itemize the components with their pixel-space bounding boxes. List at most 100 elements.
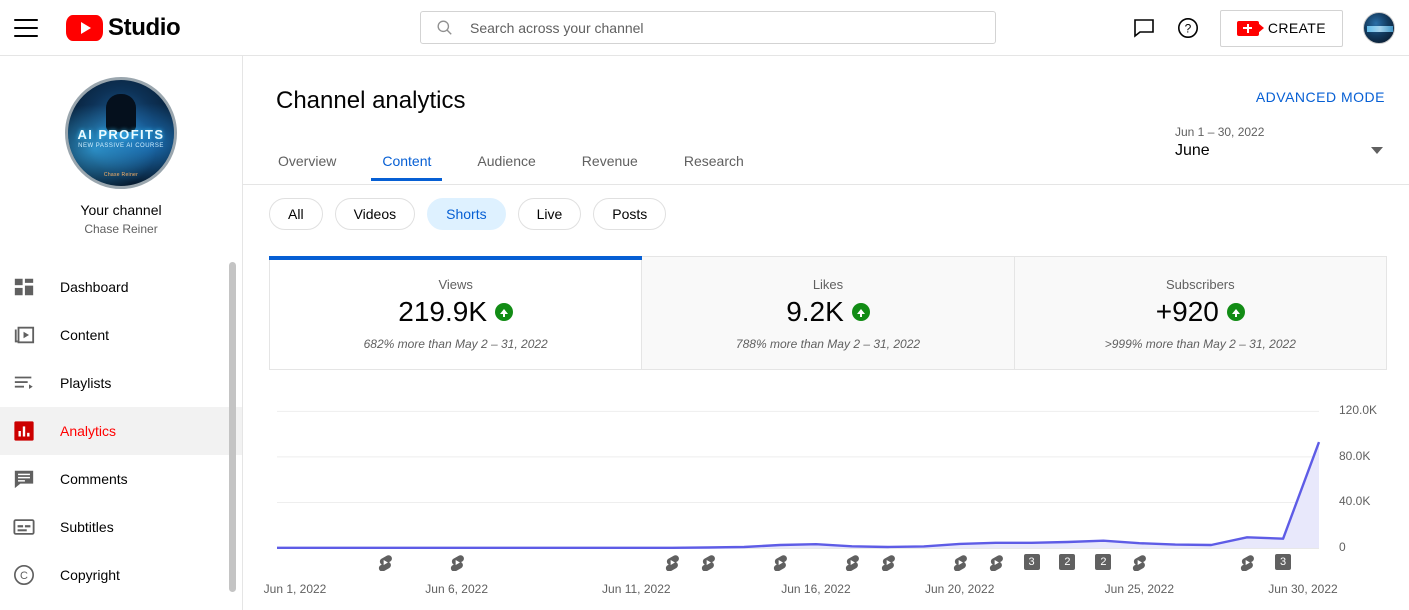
trend-up-icon	[495, 303, 514, 321]
views-chart: 0 40.0K 80.0K 120.0K 3 2 2 3 Jun 1, 2022 Jun 6,…	[264, 388, 1387, 610]
shorts-marker-icon[interactable]	[1131, 554, 1147, 576]
shorts-marker-icon[interactable]	[988, 554, 1004, 576]
upload-count-label: 3	[1023, 554, 1040, 570]
chart-plot[interactable]	[269, 388, 1329, 573]
analytics-icon	[12, 419, 36, 443]
page-title: Channel analytics	[276, 87, 466, 114]
y-axis-tick-label: 0	[1339, 540, 1346, 554]
sidebar-item-label: Subtitles	[60, 519, 114, 535]
sidebar: AI PROFITS NEW PASSIVE AI COURSE Chase R…	[0, 56, 243, 610]
x-axis-tick-label: Jun 20, 2022	[924, 582, 995, 596]
brand-name: Studio	[108, 13, 181, 41]
upload-count-badge[interactable]: 3	[1275, 554, 1292, 570]
sidebar-item-label: Playlists	[60, 375, 112, 391]
sidebar-item-comments[interactable]: Comments	[0, 455, 242, 503]
svg-text:C: C	[20, 570, 28, 582]
shorts-marker-icon[interactable]	[1239, 554, 1255, 576]
metric-card-subscribers[interactable]: Subscribers +920 >999% more than May 2 –…	[1014, 257, 1386, 369]
metric-delta: 682% more than May 2 – 31, 2022	[363, 337, 548, 351]
x-axis-tick-label: Jun 25, 2022	[1104, 582, 1175, 596]
metric-delta: >999% more than May 2 – 31, 2022	[1104, 337, 1296, 351]
channel-avatar-badge: Chase Reiner	[103, 172, 139, 178]
metric-card-views[interactable]: Views 219.9K 682% more than May 2 – 31, …	[268, 256, 643, 369]
content-icon	[12, 323, 36, 347]
playlists-icon	[12, 371, 36, 395]
tab-content[interactable]: Content	[371, 153, 443, 181]
shorts-marker-icon[interactable]	[700, 554, 716, 576]
search-icon	[435, 18, 454, 37]
create-button-label: CREATE	[1267, 20, 1326, 36]
shorts-marker-icon[interactable]	[772, 554, 788, 576]
metric-cards: Views 219.9K 682% more than May 2 – 31, …	[268, 256, 1387, 370]
date-range-selector[interactable]: Jun 1 – 30, 2022 June	[1175, 125, 1385, 160]
account-avatar[interactable]	[1363, 12, 1395, 44]
tab-audience[interactable]: Audience	[475, 153, 537, 181]
studio-brand-logo[interactable]: Studio	[66, 13, 181, 42]
upload-count-label: 2	[1059, 554, 1076, 570]
main-content: Channel analytics ADVANCED MODE Overview…	[243, 56, 1409, 610]
channel-name: Chase Reiner	[84, 222, 158, 236]
sidebar-item-label: Content	[60, 327, 110, 343]
date-range-label: June	[1175, 142, 1210, 159]
search-box[interactable]	[420, 11, 996, 44]
x-axis-tick-label: Jun 30, 2022	[1268, 582, 1338, 596]
shorts-marker-icon[interactable]	[377, 554, 393, 576]
channel-avatar-title: AI PROFITS	[77, 127, 165, 142]
chip-shorts[interactable]: Shorts	[427, 198, 506, 230]
upload-count-badge[interactable]: 3	[1023, 554, 1040, 570]
sidebar-item-copyright[interactable]: C Copyright	[0, 551, 242, 599]
sidebar-item-label: Comments	[60, 471, 128, 487]
chip-all[interactable]: All	[269, 198, 323, 230]
sidebar-item-analytics[interactable]: Analytics	[0, 407, 242, 455]
channel-avatar-subtitle: NEW PASSIVE AI COURSE	[78, 143, 164, 149]
metric-value: 9.2K	[786, 296, 844, 327]
create-button[interactable]: CREATE	[1219, 9, 1343, 47]
feedback-icon[interactable]	[1132, 16, 1156, 40]
channel-avatar[interactable]: AI PROFITS NEW PASSIVE AI COURSE Chase R…	[65, 77, 177, 189]
chip-posts[interactable]: Posts	[593, 198, 667, 230]
metric-card-likes[interactable]: Likes 9.2K 788% more than May 2 – 31, 20…	[642, 257, 1015, 369]
sidebar-scrollbar[interactable]	[229, 262, 236, 592]
chart-upload-markers: 3 2 2 3	[269, 554, 1329, 576]
sidebar-item-content[interactable]: Content	[0, 311, 242, 359]
sidebar-item-dashboard[interactable]: Dashboard	[0, 263, 242, 311]
upload-count-badge[interactable]: 2	[1095, 554, 1112, 570]
advanced-mode-link[interactable]: ADVANCED MODE	[1256, 89, 1385, 105]
youtube-logo-icon	[66, 14, 103, 41]
y-axis-tick-label: 80.0K	[1339, 448, 1371, 463]
help-icon[interactable]: ?	[1176, 16, 1200, 40]
shorts-marker-icon[interactable]	[880, 554, 896, 576]
upload-count-label: 3	[1275, 554, 1292, 570]
chip-videos[interactable]: Videos	[334, 198, 416, 230]
create-video-icon	[1236, 20, 1264, 36]
chip-live[interactable]: Live	[517, 198, 582, 230]
shorts-marker-icon[interactable]	[844, 554, 860, 576]
hamburger-icon[interactable]	[14, 18, 38, 37]
sidebar-item-label: Dashboard	[60, 279, 129, 295]
tab-research[interactable]: Research	[682, 153, 746, 181]
sidebar-item-subtitles[interactable]: Subtitles	[0, 503, 242, 551]
content-type-filters: All Videos Shorts Live Posts	[269, 198, 1409, 230]
shorts-marker-icon[interactable]	[449, 554, 465, 576]
sidebar-item-label: Copyright	[60, 567, 120, 583]
upload-count-badge[interactable]: 2	[1059, 554, 1076, 570]
tab-revenue[interactable]: Revenue	[580, 153, 640, 181]
x-axis-tick-label: Jun 11, 2022	[602, 582, 671, 596]
metric-label: Subscribers	[1166, 277, 1235, 292]
metric-value: +920	[1155, 296, 1219, 327]
trend-up-icon	[851, 303, 870, 321]
trend-up-icon	[1226, 303, 1245, 321]
svg-text:?: ?	[1185, 22, 1192, 36]
shorts-marker-icon[interactable]	[952, 554, 968, 576]
date-range-value: Jun 1 – 30, 2022	[1175, 125, 1265, 139]
copyright-icon: C	[12, 563, 36, 587]
y-axis-tick-label: 40.0K	[1339, 494, 1371, 509]
subtitles-icon	[12, 515, 36, 539]
sidebar-item-playlists[interactable]: Playlists	[0, 359, 242, 407]
tab-overview[interactable]: Overview	[276, 153, 338, 181]
sidebar-nav: Dashboard Content Playlists Analytics Co…	[0, 263, 242, 599]
chevron-down-icon[interactable]	[1371, 147, 1383, 154]
search-input[interactable]	[468, 18, 995, 37]
chart-y-axis: 0 40.0K 80.0K 120.0K	[1331, 388, 1391, 568]
shorts-marker-icon[interactable]	[664, 554, 680, 576]
